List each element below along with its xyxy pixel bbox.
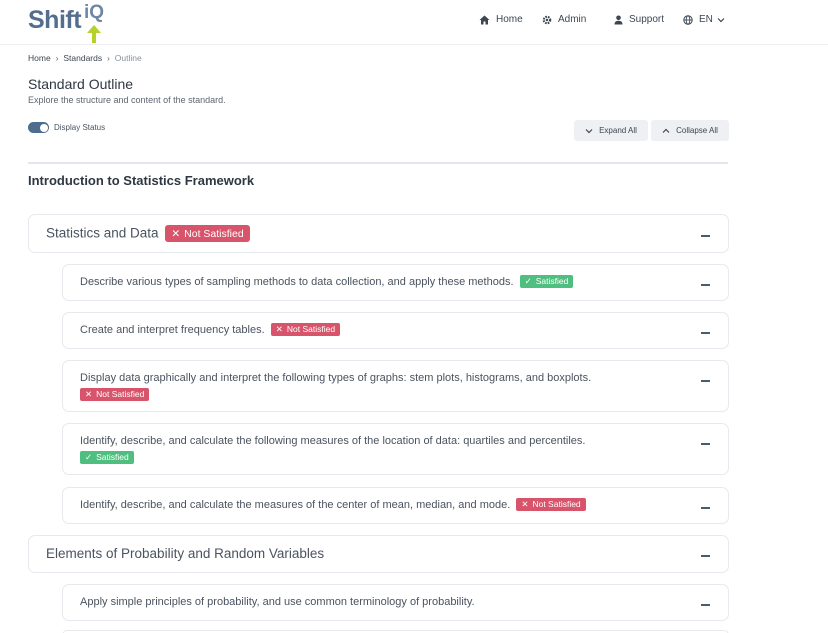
status-badge: ✓ Satisfied (80, 451, 134, 464)
collapse-toggle-icon[interactable] (701, 507, 710, 509)
display-status-toggle-group: Display Status (28, 122, 105, 133)
shiftiq-logo[interactable]: Shift iQ (28, 2, 118, 44)
breadcrumb-current: Outline (114, 53, 142, 63)
collapse-all-button[interactable]: Collapse All (651, 120, 729, 141)
collapse-toggle-icon[interactable] (701, 235, 710, 237)
status-badge: ✕ Not Satisfied (516, 498, 586, 511)
outline-item-text: Describe various types of sampling metho… (80, 276, 514, 288)
outline-item[interactable]: Describe various types of sampling metho… (62, 264, 729, 301)
expand-all-button[interactable]: Expand All (574, 120, 648, 141)
status-badge: ✕ Not Satisfied (165, 225, 250, 242)
chevron-down-icon (717, 17, 725, 22)
collapse-toggle-icon[interactable] (701, 332, 710, 334)
section-title: Elements of Probability and Random Varia… (46, 546, 325, 561)
display-status-label: Display Status (54, 123, 106, 132)
user-icon (614, 15, 623, 24)
outline-item[interactable]: Apply simple principles of probability, … (62, 584, 729, 621)
language-label: EN (699, 14, 713, 25)
breadcrumb-home[interactable]: Home (28, 53, 51, 63)
top-navigation-bar: Shift iQ Home Admin Support EN (0, 0, 828, 45)
chevron-down-icon (585, 128, 593, 133)
x-icon: ✕ (521, 499, 529, 509)
nav-admin[interactable]: Admin (542, 14, 586, 25)
check-icon: ✓ (524, 276, 532, 286)
x-icon: ✕ (171, 227, 181, 240)
outline-item-text: Display data graphically and interpret t… (80, 372, 592, 384)
nav-support[interactable]: Support (614, 14, 664, 25)
chevron-right-icon: › (107, 53, 110, 63)
outline-item[interactable]: Display data graphically and interpret t… (62, 360, 729, 412)
display-status-toggle[interactable] (28, 122, 49, 133)
breadcrumb-standards[interactable]: Standards (63, 53, 102, 63)
collapse-toggle-icon[interactable] (701, 443, 710, 445)
chevron-right-icon: › (55, 53, 59, 63)
nav-home-label: Home (496, 14, 523, 25)
nav-admin-label: Admin (558, 14, 587, 25)
outline-item-text: Create and interpret frequency tables. (80, 324, 265, 336)
outline-item-text: Identify, describe, and calculate the fo… (80, 435, 586, 447)
language-selector[interactable]: EN (683, 14, 725, 25)
collapse-all-label: Collapse All (676, 126, 718, 135)
collapse-toggle-icon[interactable] (701, 284, 710, 286)
chevron-up-icon (662, 128, 670, 133)
globe-icon (683, 14, 693, 25)
home-icon (479, 15, 490, 24)
x-icon: ✕ (85, 389, 93, 399)
outline-section-statistics-and-data[interactable]: Statistics and Data ✕ Not Satisfied (28, 214, 729, 253)
status-badge: ✓ Satisfied (519, 275, 574, 288)
logo-suffix: iQ (84, 2, 105, 23)
logo-arrow-icon (87, 25, 101, 43)
section-divider (28, 162, 728, 164)
section-title: Statistics and Data (46, 225, 159, 241)
nav-support-label: Support (629, 14, 665, 25)
outline-item-text: Identify, describe, and calculate the me… (80, 499, 511, 511)
expand-all-label: Expand All (599, 126, 637, 135)
outline-item[interactable]: Identify, describe, and calculate the fo… (62, 423, 729, 475)
breadcrumb: Home › Standards › Outline (28, 53, 142, 63)
gear-icon (542, 15, 552, 24)
status-badge: ✕ Not Satisfied (80, 388, 150, 401)
nav-home[interactable]: Home (479, 14, 523, 25)
collapse-toggle-icon[interactable] (701, 380, 710, 382)
check-icon: ✓ (85, 452, 93, 462)
framework-title: Introduction to Statistics Framework (28, 173, 255, 188)
page-subtitle: Explore the structure and content of the… (28, 95, 226, 105)
x-icon: ✕ (275, 324, 283, 334)
outline-item-text: Apply simple principles of probability, … (80, 596, 475, 608)
status-badge: ✕ Not Satisfied (270, 323, 341, 336)
collapse-toggle-icon[interactable] (701, 604, 710, 606)
collapse-toggle-icon[interactable] (701, 555, 710, 557)
outline-item[interactable]: Identify, describe, and calculate the me… (62, 487, 729, 524)
page-title: Standard Outline (28, 76, 134, 92)
logo-text: Shift (28, 6, 82, 34)
outline-item[interactable]: Create and interpret frequency tables. ✕… (62, 312, 729, 349)
outline-section-probability[interactable]: Elements of Probability and Random Varia… (28, 535, 729, 573)
